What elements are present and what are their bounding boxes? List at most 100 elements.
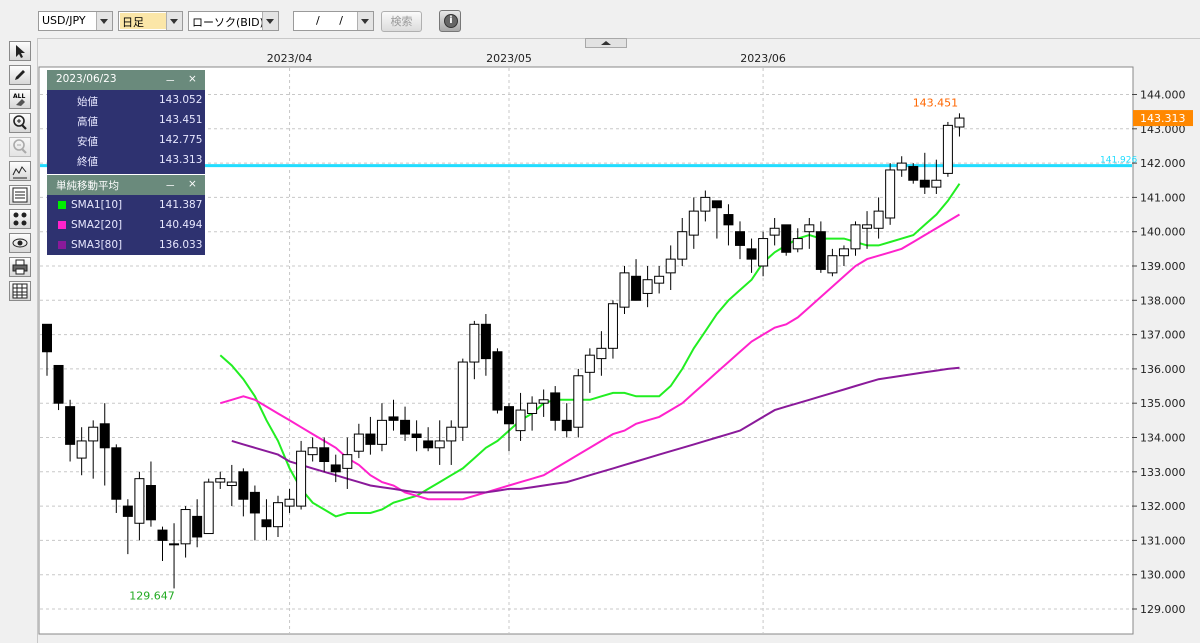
candle-body-down <box>550 392 561 421</box>
candle <box>492 348 503 414</box>
zoom-out-icon[interactable] <box>9 137 31 157</box>
date-input[interactable]: / / <box>293 11 374 31</box>
ohlc-panel-header: 2023/06/23 － × <box>47 70 205 90</box>
candle-body-up <box>758 238 769 267</box>
horizontal-line-label: 141.926 <box>1100 156 1137 166</box>
chevron-down-icon[interactable] <box>262 12 278 30</box>
candle-body-up <box>469 323 480 363</box>
y-tick-label: 133.000 <box>1140 466 1186 479</box>
sma-panel-header: 単純移動平均 － × <box>47 175 205 195</box>
candle-body-down <box>388 416 399 421</box>
zoom-in-icon[interactable] <box>9 113 31 133</box>
chevron-down-icon[interactable] <box>96 12 112 30</box>
y-tick-label: 137.000 <box>1140 329 1186 342</box>
candle-body-up <box>457 361 468 428</box>
candle-body-down <box>99 423 110 449</box>
price-chart[interactable]: 141.926 129.000 130.000 131.000 132.000 133.… <box>38 48 1200 643</box>
candle-body-up <box>353 433 364 452</box>
candle-body-down <box>480 323 491 360</box>
candle-body-down <box>492 351 503 411</box>
info-icon: i <box>444 14 458 28</box>
candle <box>942 121 953 177</box>
search-button[interactable]: 検索 <box>381 11 422 32</box>
candle-body-down <box>192 515 203 538</box>
ohlc-date: 2023/06/23 <box>56 73 117 85</box>
price-list-icon[interactable] <box>9 185 31 205</box>
ohlc-panel: 2023/06/23 － × 始値 143.052 高値 143.451 安値 … <box>47 70 205 174</box>
candle-body-down <box>411 433 422 439</box>
candle-body-down <box>919 179 930 188</box>
sma-panel: 単純移動平均 － × SMA1[10] 141.387 SMA2[20] 140… <box>47 175 205 255</box>
candle-body-down <box>330 464 341 473</box>
low-price-label: 129.647 <box>129 589 175 602</box>
pattern-icon[interactable] <box>9 209 31 229</box>
candle-body-up <box>134 478 145 524</box>
candle-body-up <box>527 402 538 414</box>
candle-body-up <box>700 196 711 212</box>
candle-body-up <box>792 238 803 250</box>
info-button[interactable]: i <box>439 10 461 32</box>
candle-body-up <box>862 224 873 229</box>
sma-minimize-button[interactable]: － <box>165 178 176 193</box>
candle-body-down <box>261 519 272 528</box>
calendar-dropdown-icon[interactable] <box>357 12 373 30</box>
sma1-label: SMA1[10] <box>71 199 123 211</box>
candle-body-up <box>850 224 861 250</box>
candle-body-down <box>365 433 376 445</box>
print-icon[interactable] <box>9 257 31 277</box>
candle <box>885 163 896 225</box>
candle-body-up <box>342 454 353 469</box>
toolbar: USD/JPY 日足 ローソク(BID) / / 検索 i <box>0 0 1200 39</box>
cursor-icon[interactable] <box>9 41 31 61</box>
candle-body-up <box>88 426 99 442</box>
candle-body-up <box>838 248 849 257</box>
collapse-panel-button[interactable] <box>585 38 627 48</box>
erase-all-icon[interactable]: ALL <box>9 89 31 109</box>
ohlc-minimize-button[interactable]: － <box>165 73 176 88</box>
symbol-select[interactable]: USD/JPY <box>38 11 113 31</box>
y-tick-label: 130.000 <box>1140 569 1186 582</box>
eye-icon[interactable] <box>9 233 31 253</box>
sma-close-button[interactable]: × <box>188 178 197 190</box>
candle-body-up <box>76 440 87 459</box>
candle-body-down <box>423 440 434 449</box>
ohlc-open-value: 143.052 <box>159 94 203 106</box>
ohlc-close-button[interactable]: × <box>188 73 197 85</box>
table-icon[interactable] <box>9 281 31 301</box>
y-tick-label: 144.000 <box>1140 89 1186 102</box>
candle-body-up <box>573 375 584 428</box>
candle-body-up <box>931 179 942 188</box>
candle-body-down <box>908 166 919 181</box>
candle-body-up <box>376 419 387 445</box>
candle-body-up <box>688 210 699 236</box>
chart-type-select[interactable]: ローソク(BID) <box>188 11 279 31</box>
candle <box>296 440 307 510</box>
candle-body-down <box>711 200 722 209</box>
candle-body-down <box>42 323 52 353</box>
sma2-value: 140.494 <box>159 219 203 231</box>
period-select[interactable]: 日足 <box>118 11 183 31</box>
candle-body-up <box>885 169 896 219</box>
indicator-icon[interactable] <box>9 161 31 181</box>
y-tick-label: 138.000 <box>1140 294 1186 307</box>
candle-body-down <box>723 214 734 226</box>
candle-body-up <box>203 481 214 535</box>
candle-body-up <box>665 258 676 274</box>
candle-body-down <box>735 231 745 246</box>
chevron-down-icon[interactable] <box>166 12 182 30</box>
candle-body-down <box>815 231 826 270</box>
x-tick-label: 2023/04 <box>267 52 313 65</box>
ohlc-high-value: 143.451 <box>159 114 203 126</box>
candle-body-down <box>319 447 330 463</box>
sma3-value: 136.033 <box>159 239 203 251</box>
pencil-icon[interactable] <box>9 65 31 85</box>
candle <box>573 368 584 438</box>
candle-body-up <box>619 272 630 308</box>
period-value: 日足 <box>120 13 168 29</box>
sma1-swatch <box>58 201 66 209</box>
ohlc-high-label: 高値 <box>77 116 98 128</box>
ohlc-low-value: 142.775 <box>159 134 203 146</box>
candle-body-up <box>538 399 549 404</box>
candle-body-up <box>596 347 607 360</box>
sma2-swatch <box>58 221 66 229</box>
